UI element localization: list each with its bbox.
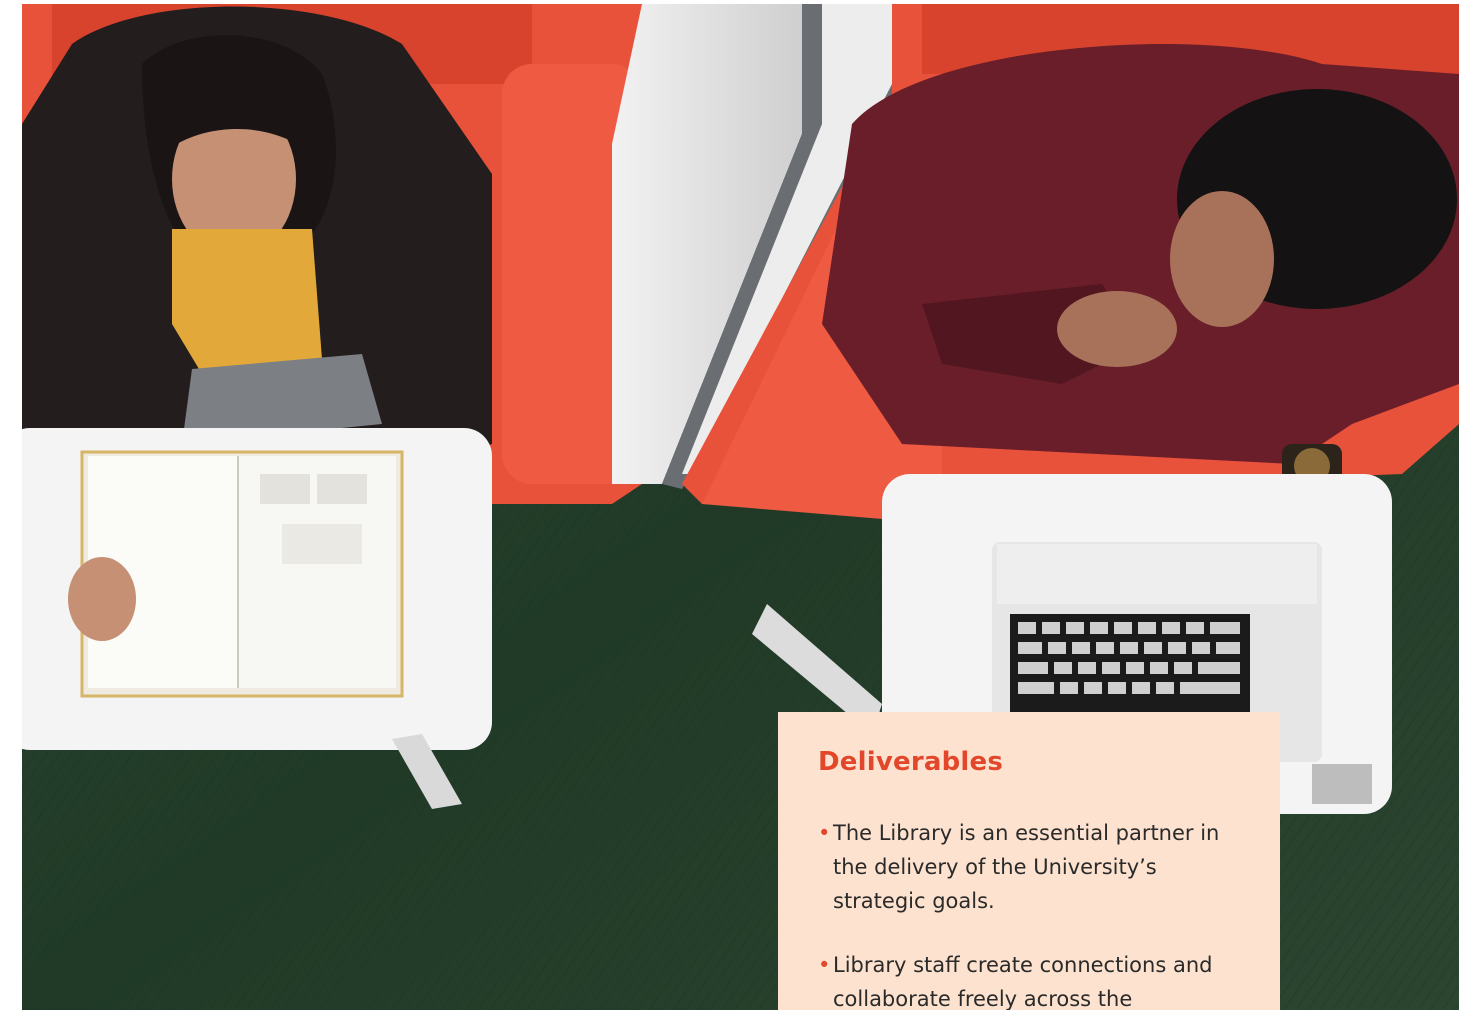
list-item-text: Library staff create connections and col… (833, 953, 1213, 1010)
list-item-text: The Library is an essential partner in t… (833, 821, 1220, 913)
bullet-icon: • (818, 953, 831, 977)
list-item: • Library staff create connections and c… (818, 948, 1240, 1010)
deliverables-list: • The Library is an essential partner in… (818, 816, 1240, 1010)
list-item: • The Library is an essential partner in… (818, 816, 1240, 918)
deliverables-callout: Deliverables • The Library is an essenti… (778, 712, 1280, 1010)
callout-heading: Deliverables (818, 747, 1004, 777)
bullet-icon: • (818, 821, 831, 845)
document-page: Deliverables • The Library is an essenti… (0, 0, 1459, 1010)
